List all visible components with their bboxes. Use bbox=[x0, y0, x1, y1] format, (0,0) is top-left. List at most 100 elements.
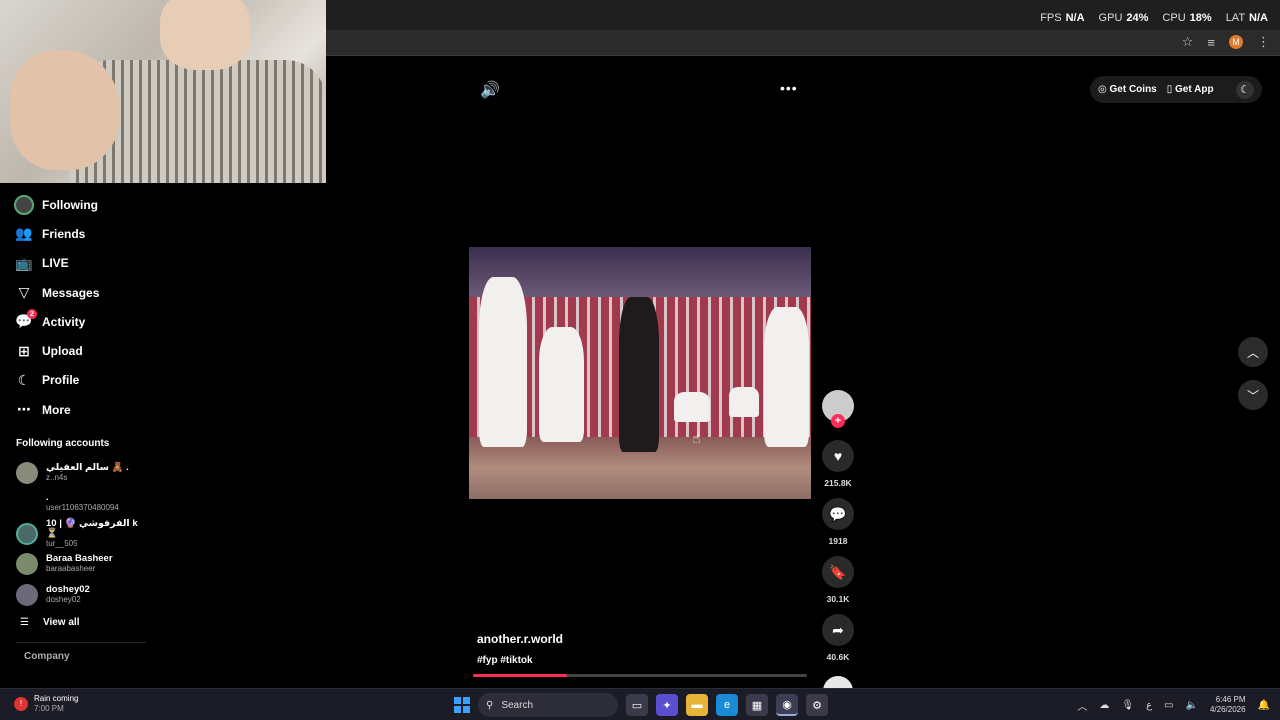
reading-list-icon[interactable]: ≡ bbox=[1207, 35, 1215, 50]
chevron-up-icon[interactable]: ︿ bbox=[1077, 698, 1087, 713]
get-coins-button[interactable]: ◎ Get Coins bbox=[1098, 84, 1157, 95]
chrome-icon[interactable]: ◉ bbox=[776, 694, 798, 716]
video-player[interactable] bbox=[469, 247, 811, 499]
creator-avatar[interactable]: + bbox=[822, 390, 854, 428]
friends-icon: 👥 bbox=[15, 225, 33, 242]
hand-cursor-icon: ☝ bbox=[692, 430, 701, 446]
dark-mode-icon[interactable]: ☾ bbox=[1236, 80, 1254, 99]
gpu-label: GPU bbox=[1098, 12, 1123, 24]
sidebar-item-profile[interactable]: ☾ Profile bbox=[0, 366, 150, 395]
following-account-item[interactable]: سالم العفيلي 🧸 . z..n4s bbox=[0, 457, 150, 488]
more-icon: ⋯ bbox=[17, 401, 31, 418]
like-icon[interactable]: ♥ bbox=[822, 440, 854, 472]
file-explorer-icon[interactable]: ▬ bbox=[686, 694, 708, 716]
taskbar-apps: ⚲ Search ▭ ✦ ▬ e ▦ ◉ ⚙ bbox=[454, 693, 828, 717]
notification-icon[interactable]: 🔔 bbox=[1258, 700, 1270, 711]
following-accounts-title: Following accounts bbox=[16, 438, 110, 450]
video-progress-fill bbox=[473, 674, 567, 677]
following-account-item[interactable]: 10 | 🔮 الفرفوشي k ⏳ tur__505 bbox=[0, 517, 150, 550]
edge-icon[interactable]: e bbox=[716, 694, 738, 716]
cpu-label: CPU bbox=[1162, 12, 1186, 24]
clock-date: 4/26/2026 bbox=[1209, 705, 1246, 714]
store-icon[interactable]: ▦ bbox=[746, 694, 768, 716]
video-actions: + ♥ 215.8K 💬 1918 🔖 30.1K ➦ 40.6K bbox=[822, 390, 854, 706]
task-view-icon[interactable]: ▭ bbox=[626, 694, 648, 716]
upload-icon: ⊞ bbox=[18, 342, 30, 359]
account-name: doshey02 bbox=[46, 584, 90, 596]
video-author[interactable]: another.r.world bbox=[477, 632, 563, 646]
sidebar-item-activity[interactable]: 💬 2 Activity bbox=[0, 307, 150, 336]
volume-icon[interactable]: 🔊 bbox=[480, 80, 500, 100]
video-figure bbox=[764, 307, 809, 447]
search-label: Search bbox=[501, 699, 534, 711]
language-indicator[interactable]: ع bbox=[1146, 700, 1152, 711]
following-account-item[interactable]: Baraa Basheer baraabasheer bbox=[0, 549, 150, 580]
comment-icon[interactable]: 💬 bbox=[822, 498, 854, 530]
more-options-icon[interactable]: ••• bbox=[780, 80, 798, 96]
video-figure bbox=[619, 297, 659, 452]
windows-taskbar: ! Rain coming 7:00 PM ⚲ Search ▭ ✦ ▬ e ▦ ◉… bbox=[0, 688, 1280, 720]
previous-video-button[interactable]: ︿ bbox=[1238, 337, 1268, 367]
copilot-icon[interactable]: ✦ bbox=[656, 694, 678, 716]
account-handle: user1106370480094 bbox=[46, 503, 119, 513]
view-all-label: View all bbox=[42, 616, 80, 628]
get-app-button[interactable]: ▯ Get App bbox=[1167, 84, 1214, 95]
video-figure bbox=[479, 277, 527, 447]
sidebar-item-friends[interactable]: 👥 Friends bbox=[0, 219, 150, 248]
volume-tray-icon[interactable]: 🔈 bbox=[1186, 700, 1198, 711]
avatar bbox=[16, 584, 38, 607]
share-count: 40.6K bbox=[826, 652, 850, 662]
account-name: 10 | 🔮 الفرفوشي k ⏳ bbox=[46, 517, 138, 539]
taskbar-search[interactable]: ⚲ Search bbox=[478, 693, 618, 717]
profile-avatar[interactable]: M bbox=[1229, 35, 1243, 49]
account-name: سالم العفيلي 🧸 . bbox=[46, 461, 129, 473]
microphone-icon[interactable]: 🎙 bbox=[1121, 700, 1134, 711]
sidebar-item-label: Messages bbox=[42, 285, 100, 300]
profile-icon: ☾ bbox=[17, 371, 31, 388]
following-account-item[interactable]: doshey02 doshey02 bbox=[0, 580, 150, 611]
sidebar-item-following[interactable]: Following bbox=[0, 190, 150, 219]
sidebar-item-label: More bbox=[42, 402, 71, 417]
browser-menu-icon[interactable]: ⋮ bbox=[1257, 34, 1270, 50]
cpu-value: 18% bbox=[1189, 12, 1212, 24]
view-all-link[interactable]: ☰ View all bbox=[0, 610, 150, 634]
video-figure bbox=[674, 392, 710, 422]
video-hashtags[interactable]: #fyp #tiktok bbox=[477, 655, 533, 666]
following-account-item[interactable]: . user1106370480094 bbox=[0, 488, 150, 519]
gpu-value: 24% bbox=[1126, 12, 1149, 24]
sidebar-item-upload[interactable]: ⊞ Upload bbox=[0, 336, 150, 365]
app-icon[interactable]: ⚙ bbox=[806, 694, 828, 716]
sidebar-item-label: LIVE bbox=[42, 256, 69, 271]
clock[interactable]: 6:46 PM 4/26/2026 bbox=[1210, 695, 1246, 715]
onedrive-icon[interactable]: ☁ bbox=[1099, 700, 1109, 711]
sidebar-item-label: Upload bbox=[42, 344, 83, 359]
browser-toolbar-icons: ☆ ≡ M ⋮ bbox=[1182, 34, 1270, 50]
windows-start-icon[interactable] bbox=[454, 697, 470, 713]
next-video-button[interactable]: ﹀ bbox=[1238, 380, 1268, 410]
sidebar-item-live[interactable]: 📺 LIVE bbox=[0, 249, 150, 278]
follow-plus-icon[interactable]: + bbox=[831, 414, 845, 428]
avatar bbox=[16, 461, 38, 484]
share-icon[interactable]: ➦ bbox=[822, 614, 854, 646]
account-handle: tur__505 bbox=[46, 538, 78, 548]
sidebar-item-more[interactable]: ⋯ More bbox=[0, 395, 150, 424]
video-figure bbox=[729, 387, 759, 417]
video-figure bbox=[539, 327, 584, 442]
account-handle: baraabasheer bbox=[46, 564, 96, 574]
weather-title: Rain coming bbox=[34, 694, 79, 703]
video-progress-bar[interactable] bbox=[473, 674, 807, 677]
fps-value: N/A bbox=[1065, 12, 1085, 24]
weather-widget[interactable]: ! Rain coming 7:00 PM bbox=[14, 694, 78, 714]
bookmark-icon[interactable]: 🔖 bbox=[822, 556, 854, 588]
search-icon: ⚲ bbox=[486, 699, 494, 711]
avatar bbox=[16, 522, 38, 545]
save-count: 30.1K bbox=[826, 594, 850, 604]
weather-alert-icon: ! bbox=[14, 697, 28, 711]
account-handle: doshey02 bbox=[46, 595, 81, 605]
sidebar-item-messages[interactable]: ▽ Messages bbox=[0, 278, 150, 307]
top-actions-bar: ◎ Get Coins ▯ Get App ☾ bbox=[1090, 76, 1262, 103]
company-link[interactable]: Company bbox=[0, 651, 150, 662]
network-icon[interactable]: ▭ bbox=[1164, 700, 1173, 711]
bookmark-star-icon[interactable]: ☆ bbox=[1182, 34, 1194, 50]
sidebar-nav: Following 👥 Friends 📺 LIVE ▽ Messages 💬 … bbox=[0, 190, 150, 662]
